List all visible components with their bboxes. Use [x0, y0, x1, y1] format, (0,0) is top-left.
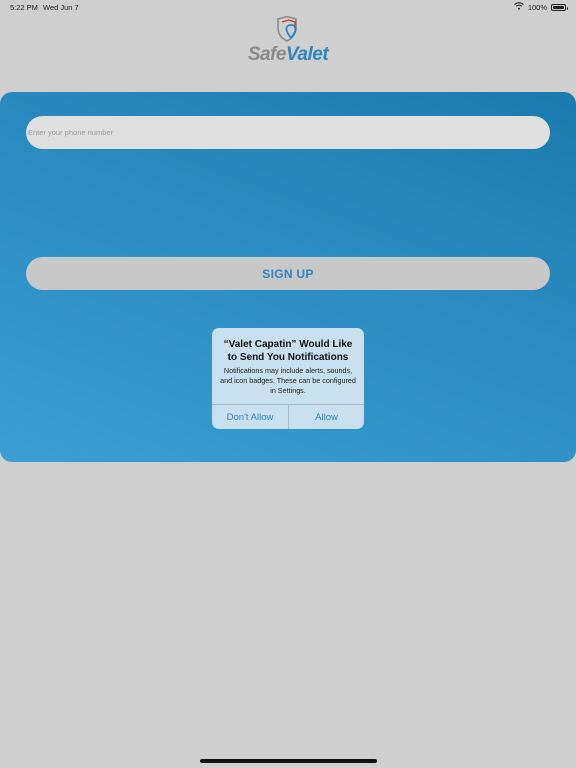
- alert-title: “Valet Capatin” Would Like to Send You N…: [223, 339, 353, 363]
- status-bar: 5:22 PM Wed Jun 7 100%: [0, 0, 576, 14]
- allow-button[interactable]: Allow: [289, 405, 364, 429]
- notification-permission-alert: “Valet Capatin” Would Like to Send You N…: [212, 328, 364, 429]
- home-indicator[interactable]: [200, 759, 377, 763]
- wifi-icon: [513, 2, 524, 12]
- logo-wordmark: SafeValet: [0, 44, 576, 66]
- phone-input[interactable]: [26, 116, 550, 149]
- status-indicators: 100%: [513, 2, 568, 12]
- dont-allow-button[interactable]: Don't Allow: [212, 405, 288, 429]
- app-logo: SafeValet: [0, 15, 576, 68]
- status-date: Wed Jun 7: [43, 3, 79, 12]
- battery-icon: [551, 3, 568, 11]
- alert-message: Notifications may include alerts, sounds…: [220, 366, 356, 395]
- status-time: 5:22 PM: [10, 3, 38, 12]
- logo-text-safe: Safe: [247, 44, 287, 65]
- battery-percent: 100%: [527, 2, 547, 12]
- signup-button[interactable]: SIGN UP: [26, 257, 550, 290]
- logo-text-valet: Valet: [285, 44, 329, 65]
- battery-level: [553, 5, 564, 9]
